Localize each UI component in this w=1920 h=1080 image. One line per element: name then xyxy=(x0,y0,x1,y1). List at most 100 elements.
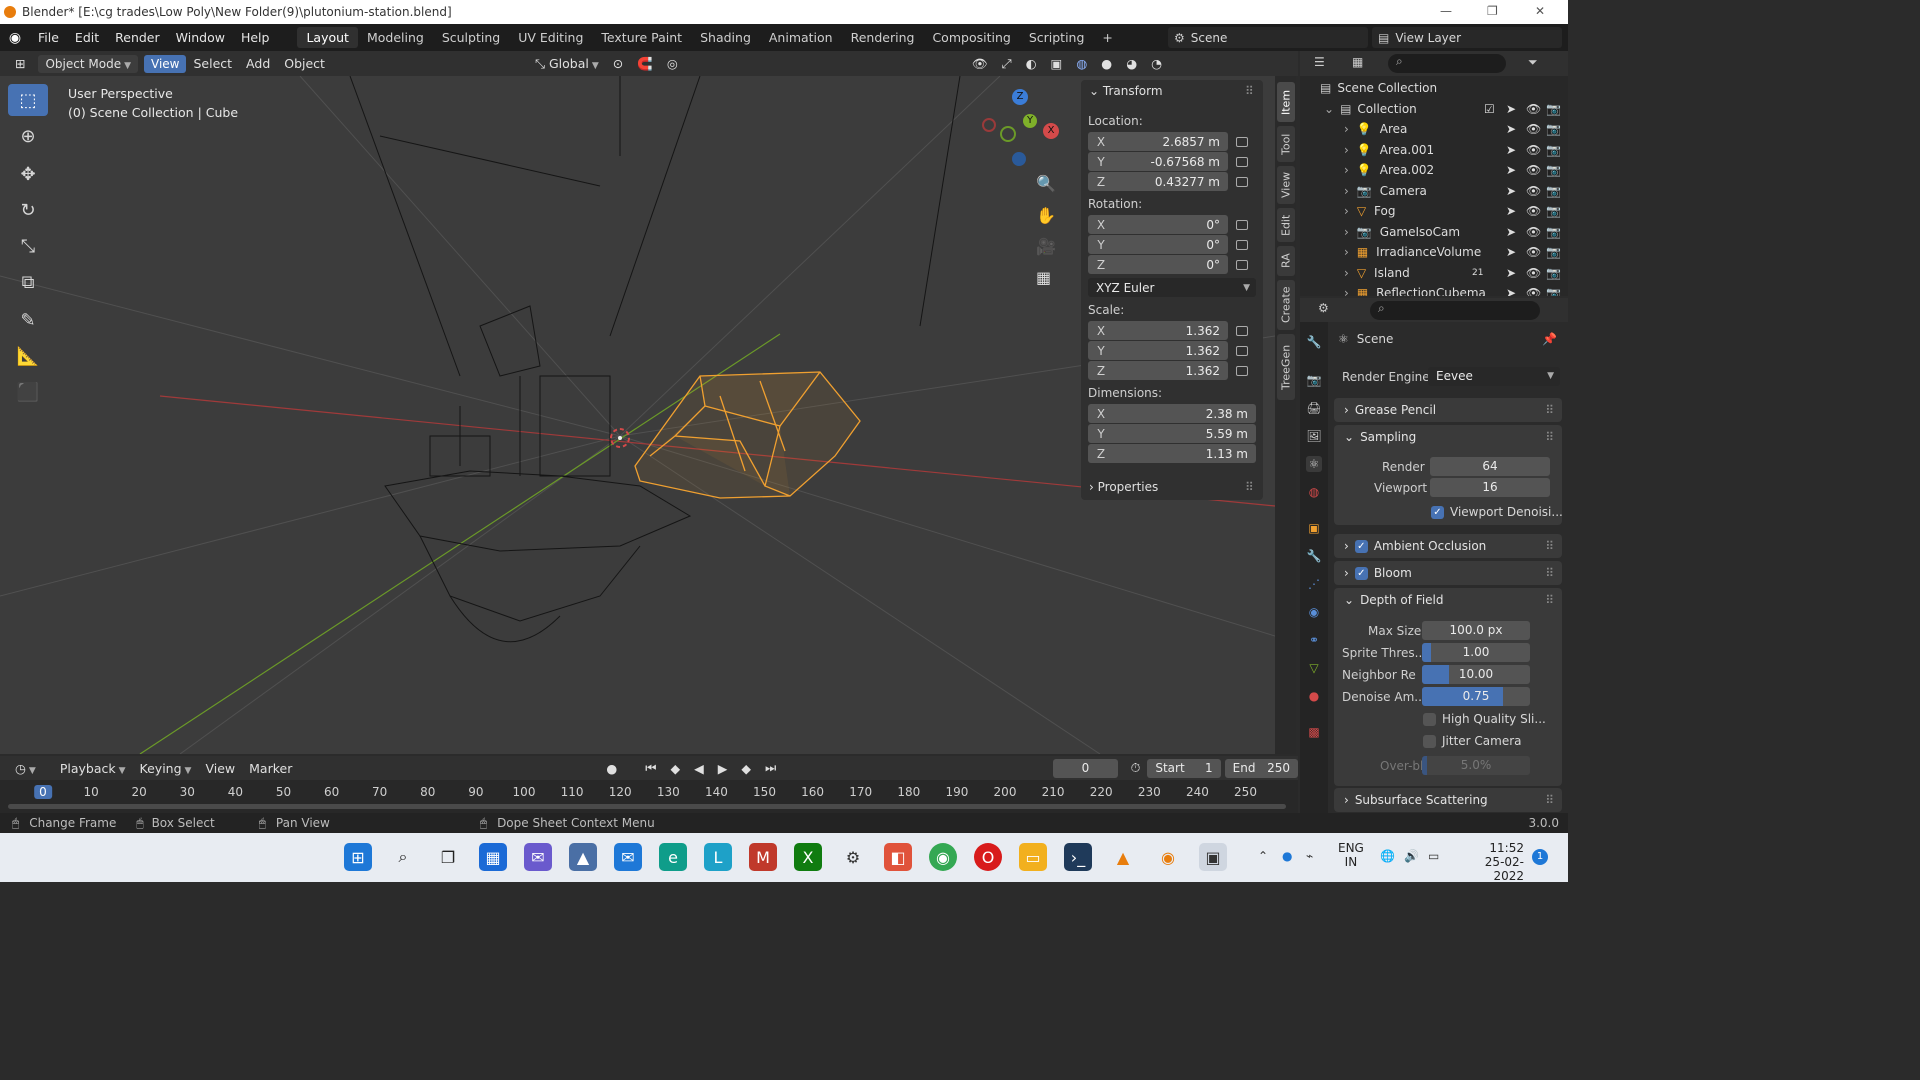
display-mode-icon[interactable]: ▦ xyxy=(1352,55,1363,69)
record-icon[interactable]: ● xyxy=(599,759,624,778)
mode-dropdown[interactable]: Object Mode ▼ xyxy=(38,54,138,73)
modifier-tab-icon[interactable]: 🔧 xyxy=(1306,548,1322,564)
select-arrow-icon[interactable]: ➤ xyxy=(1506,286,1516,296)
sampling-header[interactable]: ⌄ Sampling ⠿ xyxy=(1334,425,1562,449)
physics-tab-icon[interactable]: ◉ xyxy=(1306,604,1322,620)
menu-window[interactable]: Window xyxy=(168,30,233,45)
current-frame-field[interactable]: 0 xyxy=(1053,758,1118,778)
playback-menu[interactable]: Playback ▼ xyxy=(53,759,133,778)
tab-view[interactable]: View xyxy=(1277,166,1295,204)
visibility-icon[interactable]: 👁 xyxy=(965,54,995,74)
annotate-tool-icon[interactable]: ✎ xyxy=(8,304,48,336)
location-x-field[interactable]: X 2.6857 m xyxy=(1088,132,1228,151)
close-icon[interactable]: ✕ xyxy=(1535,4,1545,18)
camera-view-icon[interactable]: 🎥 xyxy=(1036,237,1056,256)
drag-handle-icon[interactable]: ⠿ xyxy=(1545,593,1554,607)
checkbox-checked-icon[interactable]: ✓ xyxy=(1354,539,1368,553)
denoise-amount-slider[interactable]: 0.75 xyxy=(1422,687,1530,706)
tab-shading[interactable]: Shading xyxy=(691,27,760,48)
blender-menu-icon[interactable]: ◉ xyxy=(0,30,30,46)
select-arrow-icon[interactable]: ➤ xyxy=(1506,102,1516,116)
select-arrow-icon[interactable]: ➤ xyxy=(1506,122,1516,136)
add-cube-tool-icon[interactable]: ⬛ xyxy=(8,376,48,408)
grease-pencil-panel[interactable]: › Grease Pencil ⠿ xyxy=(1334,398,1562,422)
solid-shading-icon[interactable]: ● xyxy=(1094,54,1119,73)
over-blur-slider[interactable]: 5.0% xyxy=(1422,756,1530,775)
editor-type-icon[interactable]: ⊞ xyxy=(8,54,32,73)
end-frame-field[interactable]: End 250 xyxy=(1224,758,1298,778)
mail-icon[interactable]: ✉ xyxy=(614,843,642,871)
material-tab-icon[interactable]: ● xyxy=(1306,688,1322,704)
tab-rendering[interactable]: Rendering xyxy=(842,27,924,48)
pan-hand-icon[interactable]: ✋ xyxy=(1036,206,1056,225)
stopwatch-icon[interactable]: ⏱ xyxy=(1124,758,1148,778)
scale-y-field[interactable]: Y 1.362 xyxy=(1088,341,1228,360)
teams-chat-icon[interactable]: ✉ xyxy=(524,843,552,871)
play-reverse-icon[interactable]: ◀ xyxy=(687,759,711,778)
eye-icon[interactable]: 👁 xyxy=(1526,204,1541,218)
xray-icon[interactable]: ▣ xyxy=(1044,54,1070,73)
tab-texture-paint[interactable]: Texture Paint xyxy=(592,27,691,48)
camera-render-icon[interactable]: 📷 xyxy=(1546,204,1561,218)
marker-menu[interactable]: Marker xyxy=(242,759,299,778)
object-tab-icon[interactable]: ▣ xyxy=(1306,520,1322,536)
maximize-icon[interactable]: ❐ xyxy=(1487,4,1498,18)
max-size-field[interactable]: 100.0 px xyxy=(1422,621,1530,640)
eye-icon[interactable]: 👁 xyxy=(1526,102,1541,116)
move-tool-icon[interactable]: ✥ xyxy=(8,158,48,190)
properties-search-input[interactable]: ⌕ xyxy=(1370,301,1540,320)
snap-icon[interactable]: 🧲 xyxy=(630,54,660,74)
drag-handle-icon[interactable]: ⠿ xyxy=(1545,793,1554,807)
jump-end-icon[interactable]: ⏭ xyxy=(758,758,783,778)
eye-icon[interactable]: 👁 xyxy=(1526,266,1541,280)
lock-icon[interactable] xyxy=(1236,157,1248,167)
timeline-editor-icon[interactable]: ◷ ▼ xyxy=(8,759,43,778)
edge-icon[interactable]: e xyxy=(659,843,687,871)
tab-compositing[interactable]: Compositing xyxy=(923,27,1019,48)
timeline-view-menu[interactable]: View xyxy=(198,759,242,778)
office-icon[interactable]: ◧ xyxy=(884,843,912,871)
dimension-z-field[interactable]: Z 1.13 m xyxy=(1088,444,1256,463)
bloom-panel[interactable]: › ✓ Bloom ⠿ xyxy=(1334,561,1562,585)
widgets-icon[interactable]: ▦ xyxy=(479,843,507,871)
chrome-icon[interactable]: ◉ xyxy=(929,843,957,871)
viewport-samples-field[interactable]: 16 xyxy=(1430,478,1550,497)
camera-render-icon[interactable]: 📷 xyxy=(1546,143,1561,157)
select-arrow-icon[interactable]: ➤ xyxy=(1506,245,1516,259)
jump-start-icon[interactable]: ⏮ xyxy=(638,758,663,778)
depth-of-field-header[interactable]: ⌄ Depth of Field ⠿ xyxy=(1334,588,1562,612)
keying-menu[interactable]: Keying ▼ xyxy=(133,759,199,778)
camera-render-icon[interactable]: 📷 xyxy=(1546,266,1561,280)
eye-icon[interactable]: 👁 xyxy=(1526,184,1541,198)
expand-arrow-icon[interactable]: › xyxy=(1344,245,1349,259)
play-icon[interactable]: ▶ xyxy=(711,759,735,778)
transform-header[interactable]: ⌄ Transform xyxy=(1089,84,1163,98)
transform-tool-icon[interactable]: ⧉ xyxy=(8,266,48,298)
expand-arrow-icon[interactable]: › xyxy=(1344,184,1349,198)
tab-animation[interactable]: Animation xyxy=(760,27,842,48)
material-shading-icon[interactable]: ◕ xyxy=(1119,54,1144,73)
outliner-search-input[interactable]: ⌕ xyxy=(1388,54,1506,73)
drag-handle-icon[interactable]: ⠿ xyxy=(1545,403,1554,417)
cursor-tool-icon[interactable]: ⊕ xyxy=(8,120,48,152)
clock[interactable]: 11:52 25-02-2022 xyxy=(1460,841,1524,883)
ortho-grid-icon[interactable]: ▦ xyxy=(1036,268,1051,287)
tab-ra[interactable]: RA xyxy=(1277,246,1295,276)
outliner-editor-icon[interactable]: ☰ xyxy=(1314,55,1325,69)
filter-icon[interactable]: ⏷ xyxy=(1528,55,1538,70)
output-tab-icon[interactable]: 🖨 xyxy=(1306,400,1322,416)
dimension-y-field[interactable]: Y 5.59 m xyxy=(1088,424,1256,443)
outliner-row-object[interactable]: › 💡 Area.001 ➤ 👁 📷 xyxy=(1300,140,1568,160)
select-box-icon[interactable]: ⬚ xyxy=(8,84,48,116)
eye-icon[interactable]: 👁 xyxy=(1526,245,1541,259)
view-layer-tab-icon[interactable]: 🖼 xyxy=(1306,428,1322,444)
menu-help[interactable]: Help xyxy=(233,30,278,45)
scale-z-field[interactable]: Z 1.362 xyxy=(1088,361,1228,380)
active-app-icon[interactable]: ▣ xyxy=(1199,843,1227,871)
expand-arrow-icon[interactable]: › xyxy=(1344,266,1349,280)
drag-handle-icon[interactable]: ⠿ xyxy=(1545,566,1554,580)
app-l-icon[interactable]: L xyxy=(704,843,732,871)
subsurface-scattering-panel[interactable]: › Subsurface Scattering ⠿ xyxy=(1334,788,1562,812)
measure-tool-icon[interactable]: 📐 xyxy=(8,340,48,372)
camera-render-icon[interactable]: 📷 xyxy=(1546,122,1561,136)
